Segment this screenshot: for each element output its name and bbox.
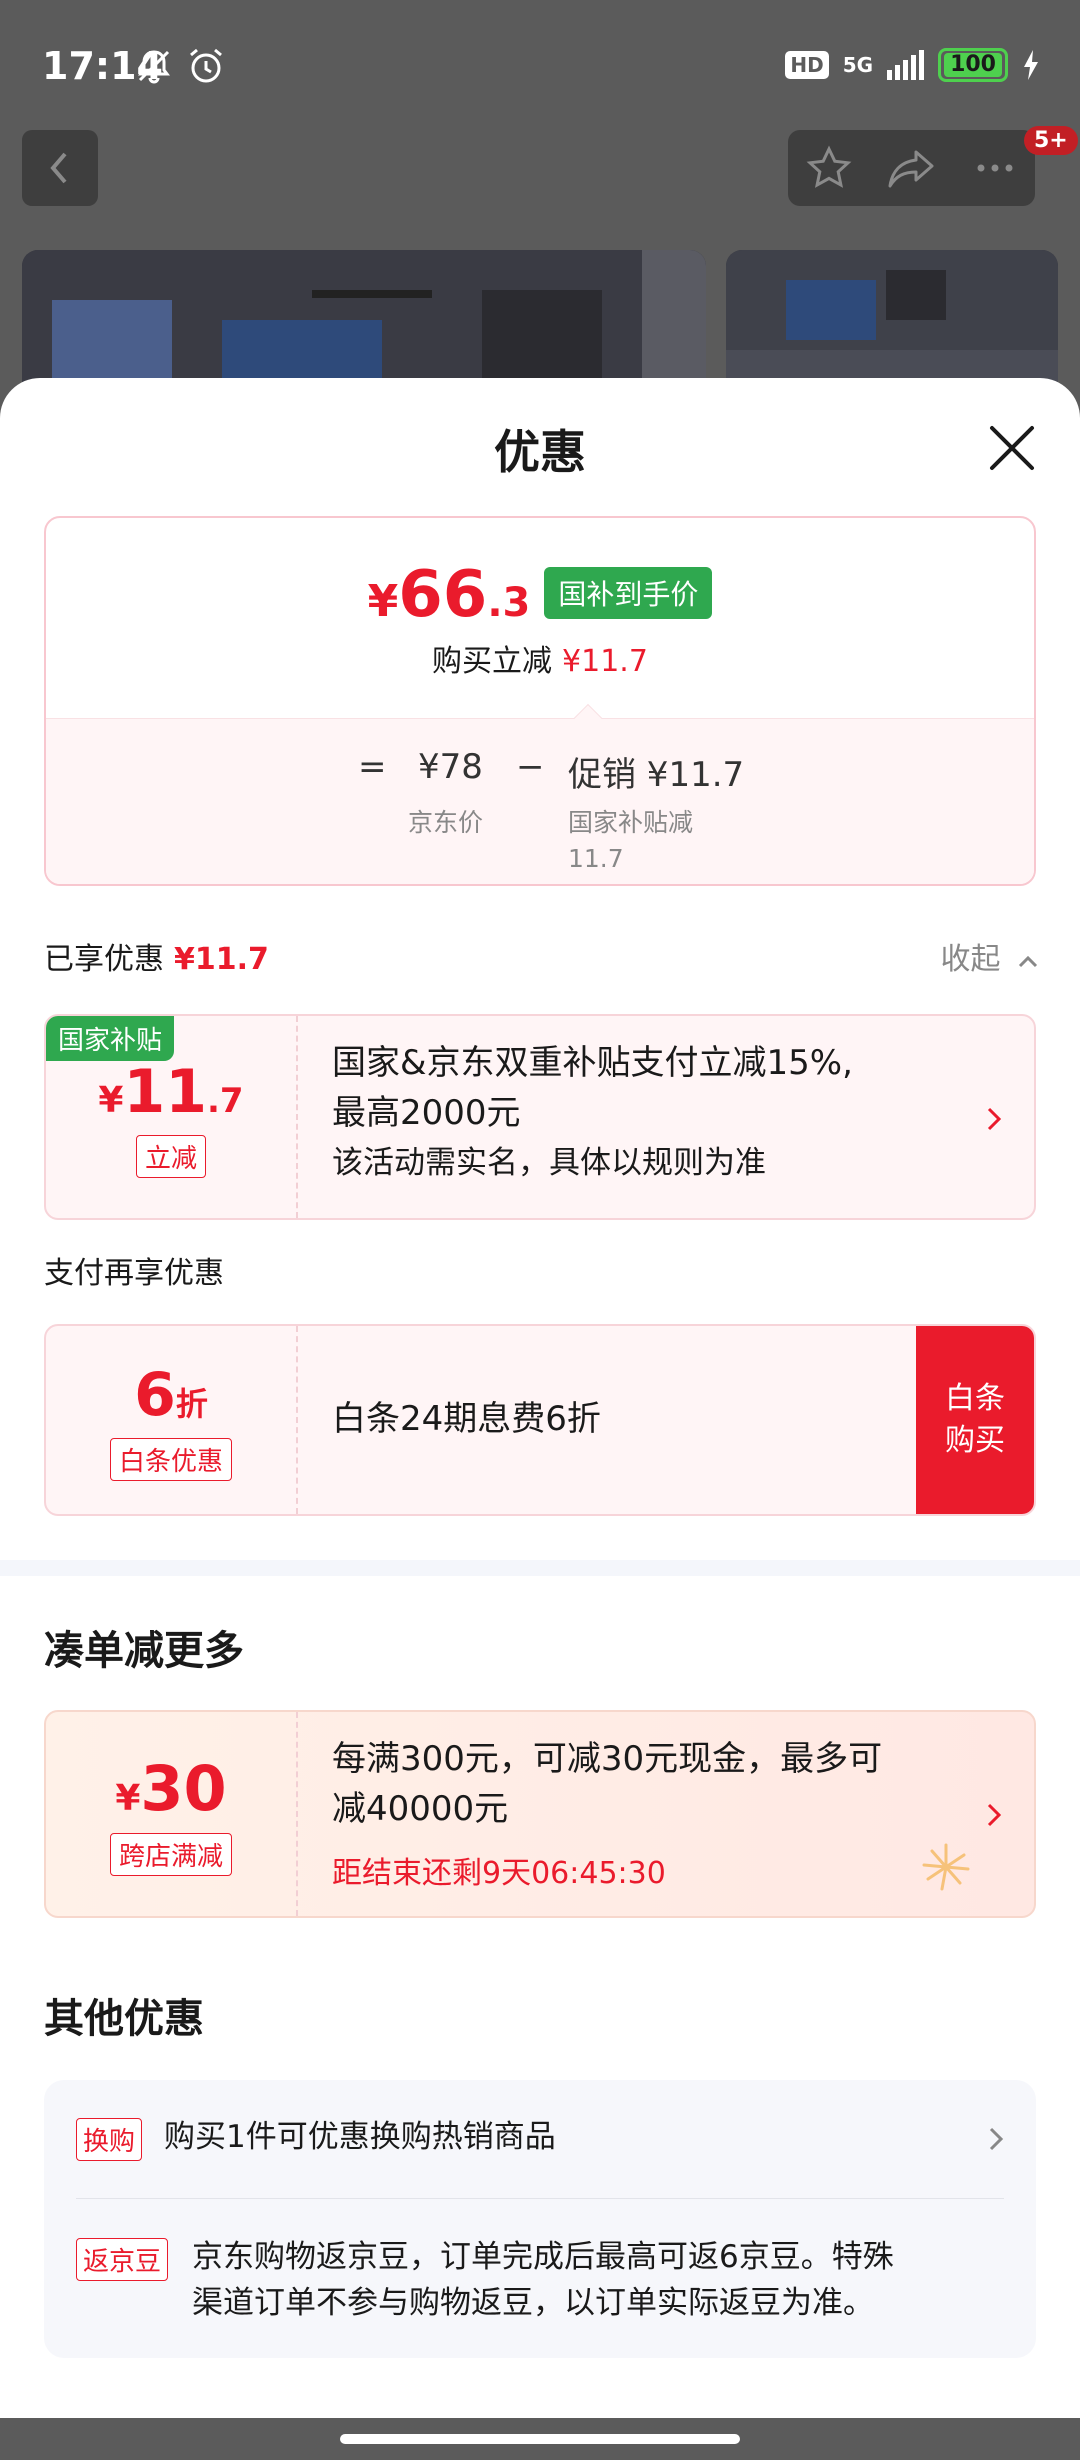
message-badge: 5+ (1024, 126, 1078, 155)
baitiao-buy-button[interactable]: 白条 购买 (916, 1326, 1034, 1514)
status-bar: 17:14 HD 5G 100 (0, 0, 1080, 130)
cross-store-coupon[interactable]: ¥30 跨店满减 每满300元，可减30元现金，最多可 减40000元 距结束还… (44, 1710, 1036, 1918)
mute-bell-icon (138, 50, 170, 84)
price-breakdown-card: ¥66.3 国补到手价 购买立减 ¥11.7 = ¥78 − 促销 ¥11.7 京… (44, 516, 1036, 886)
more-icon[interactable] (971, 144, 1019, 192)
coupon-description: 国家&京东双重补贴支付立减15%, 最高2000元 该活动需实名，具体以规则为准 (332, 1043, 853, 1181)
other-offer-item-exchange[interactable]: 换购 购买1件可优惠换购热销商品 (44, 2080, 1036, 2198)
back-button[interactable] (22, 130, 98, 206)
section-divider (0, 1560, 1080, 1576)
home-indicator[interactable] (340, 2434, 740, 2444)
promo-label: 国家补贴减 (568, 808, 694, 837)
offer-text: 购买1件可优惠换购热销商品 (164, 2119, 556, 2155)
chevron-right-icon (987, 1107, 1002, 1131)
coupon-type-chip: 立减 (135, 1134, 206, 1178)
hd-badge: HD (785, 51, 829, 79)
baitiao-coupon[interactable]: 6折 白条优惠 白条24期息费6折 白条 购买 (44, 1324, 1036, 1516)
signal-icon (887, 50, 925, 80)
coupon-description: 白条24期息费6折 (332, 1399, 601, 1439)
star-icon[interactable] (805, 144, 853, 192)
offer-text: 京东购物返京豆，订单完成后最高可返6京豆。特殊 渠道订单不参与购物返豆，以订单实… (192, 2239, 894, 2321)
collapse-button[interactable]: 收起 (940, 934, 1040, 978)
bundle-heading: 凑单减更多 (44, 1628, 244, 1674)
minus-sign: − (516, 747, 545, 787)
offer-tag: 换购 (76, 2118, 143, 2161)
promo-label-value: 11.7 (568, 844, 624, 873)
close-icon[interactable] (984, 420, 1040, 476)
chevron-left-icon (50, 152, 67, 184)
network-label: 5G (842, 53, 874, 77)
sheet-title: 优惠 (494, 425, 586, 479)
status-right: HD 5G 100 (785, 48, 1040, 82)
other-offer-item-jingdou: 返京豆 京东购物返京豆，订单完成后最高可返6京豆。特殊 渠道订单不参与购物返豆，… (44, 2198, 1036, 2358)
pay-more-label: 支付再享优惠 (44, 1256, 224, 1291)
top-actions (788, 130, 1035, 206)
final-price-section: ¥66.3 国补到手价 购买立减 ¥11.7 (46, 518, 1034, 718)
enjoyed-discount-row: 已享优惠 ¥11.7 收起 (44, 934, 1040, 978)
subsidy-price-tag: 国补到手价 (544, 567, 713, 619)
coupon-type-chip: 白条优惠 (109, 1437, 232, 1481)
firework-decoration-icon (922, 1843, 970, 1891)
enjoyed-label: 已享优惠 (44, 942, 164, 977)
offer-tag: 返京豆 (76, 2238, 169, 2281)
chevron-right-icon (987, 1803, 1002, 1827)
chevron-right-icon (989, 2127, 1004, 2151)
enjoyed-value: ¥11.7 (174, 942, 269, 977)
coupon-amount-block: 6折 白条优惠 (46, 1326, 298, 1514)
share-icon[interactable] (886, 144, 938, 192)
coupon-type-chip: 跨店满减 (109, 1833, 232, 1876)
coupon-amount: ¥11.7 (98, 1056, 244, 1127)
jd-price: ¥78 (418, 747, 483, 787)
promo-amount: 促销 ¥11.7 (568, 755, 745, 795)
jd-price-label: 京东价 (408, 808, 484, 837)
final-price: ¥66.3 (367, 558, 531, 632)
national-subsidy-coupon[interactable]: ¥11.7 立减 国家补贴 国家&京东双重补贴支付立减15%, 最高2000元 … (44, 1014, 1036, 1220)
product-top-bar: 5+ (0, 126, 1080, 250)
coupon-amount: 6折 (134, 1359, 208, 1430)
discount-sheet: 优惠 ¥66.3 国补到手价 购买立减 ¥11.7 = ¥78 − 促销 ¥11.… (0, 378, 1080, 2418)
coupon-amount-block: ¥30 跨店满减 (46, 1712, 298, 1916)
countdown-timer: 距结束还剩9天06:45:30 (332, 1856, 666, 1891)
instant-discount-row: 购买立减 ¥11.7 (432, 644, 648, 679)
alarm-icon (190, 48, 222, 83)
national-subsidy-tag: 国家补贴 (46, 1016, 175, 1061)
other-offers-box: 换购 购买1件可优惠换购热销商品 返京豆 京东购物返京豆，订单完成后最高可返6京… (44, 2080, 1036, 2358)
other-heading: 其他优惠 (44, 1996, 204, 2042)
equals-sign: = (358, 747, 387, 787)
price-formula: = ¥78 − 促销 ¥11.7 京东价 国家补贴减 11.7 (46, 718, 1034, 884)
battery-level: 100 (944, 53, 1002, 77)
battery-icon: 100 (938, 48, 1008, 82)
coupon-amount: ¥30 (115, 1752, 227, 1825)
chevron-up-icon (1018, 955, 1038, 967)
charging-icon (1024, 50, 1038, 80)
coupon-description: 每满300元，可减30元现金，最多可 减40000元 (332, 1739, 883, 1829)
